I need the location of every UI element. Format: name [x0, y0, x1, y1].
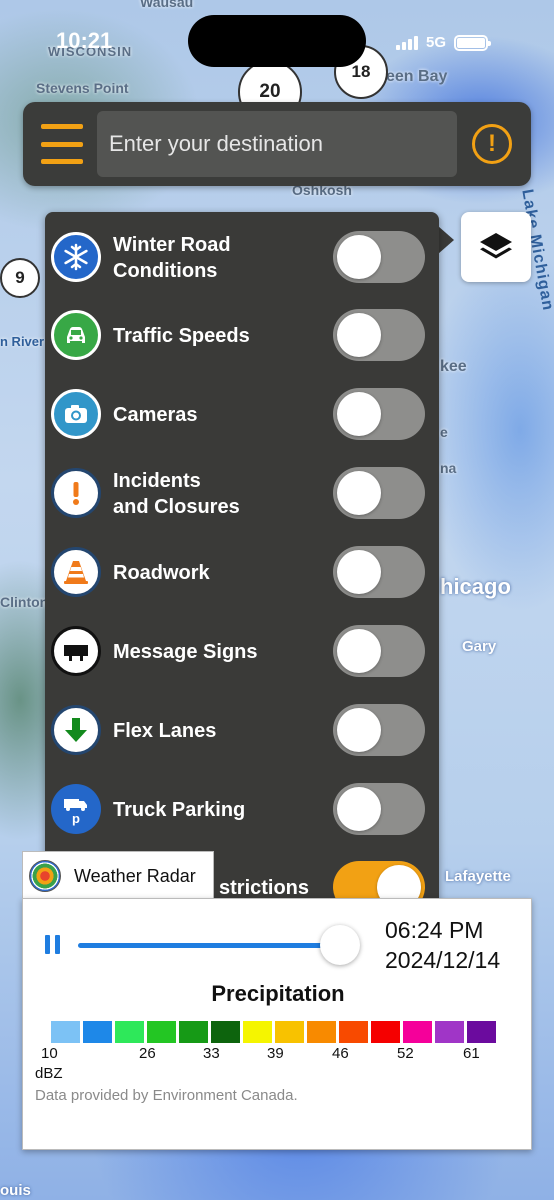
map-label-e: e: [440, 424, 448, 440]
route-9-badge[interactable]: 9: [0, 258, 40, 298]
status-time: 10:21: [56, 28, 113, 53]
down-arrow-icon: [51, 705, 101, 755]
cameras-toggle[interactable]: [333, 388, 425, 440]
layer-label: Winter Road Conditions: [113, 233, 231, 282]
winter-road-conditions-toggle[interactable]: [333, 231, 425, 283]
map-label-gary: Gary: [462, 638, 497, 655]
layer-label: Roadwork: [113, 561, 210, 584]
status-indicators: 5G: [396, 34, 492, 51]
layer-row-winter-road-conditions[interactable]: Winter Road Conditions: [45, 218, 439, 297]
message-sign-icon: [51, 626, 101, 676]
weather-radar-tab[interactable]: Weather Radar: [22, 851, 214, 899]
traffic-cone-icon: [51, 547, 101, 597]
map-label-stevens-point: Stevens Point: [36, 80, 129, 96]
scale-swatch-3: [147, 1021, 176, 1043]
traffic-speeds-toggle[interactable]: [333, 309, 425, 361]
layer-row-flex-lanes[interactable]: Flex Lanes: [45, 691, 439, 770]
menu-icon[interactable]: [41, 124, 83, 164]
incidents-and-closures-toggle[interactable]: [333, 467, 425, 519]
layer-row-cameras[interactable]: Cameras: [45, 375, 439, 454]
top-search-bar: !: [23, 102, 531, 186]
snowflake-icon: [51, 232, 101, 282]
layer-row-message-signs[interactable]: Message Signs: [45, 612, 439, 691]
scale-label-39: 39: [267, 1045, 284, 1062]
scale-swatch-0: [51, 1021, 80, 1043]
layer-label: Traffic Speeds: [113, 324, 250, 347]
battery-icon: [454, 34, 492, 51]
layer-label: Message Signs: [113, 640, 258, 663]
scale-label-61: 61: [463, 1045, 480, 1062]
alert-icon[interactable]: !: [472, 124, 512, 164]
scale-swatch-4: [179, 1021, 208, 1043]
layer-label: Cameras: [113, 403, 198, 426]
network-label: 5G: [426, 34, 447, 51]
scale-label-33: 33: [203, 1045, 220, 1062]
radar-timeline-track[interactable]: [78, 943, 354, 948]
radar-date: 2024/12/14: [385, 947, 501, 973]
radar-timeline-knob[interactable]: [320, 925, 361, 965]
scale-unit: dBZ: [35, 1065, 63, 1082]
map-label-louis: ouis: [0, 1182, 31, 1199]
layer-row-truck-parking[interactable]: p Truck Parking: [45, 770, 439, 849]
scale-swatch-7: [275, 1021, 304, 1043]
exclamation-icon: [51, 468, 101, 518]
scale-swatch-6: [243, 1021, 272, 1043]
destination-search-input[interactable]: [97, 111, 457, 177]
map-label-lafayette: Lafayette: [445, 868, 511, 885]
pause-icon[interactable]: [45, 935, 65, 955]
layer-row-incidents-and-closures[interactable]: Incidents and Closures: [45, 454, 439, 533]
map-label-na: na: [440, 460, 457, 476]
map-label-green-bay: een Bay: [386, 68, 448, 85]
message-signs-toggle[interactable]: [333, 625, 425, 677]
data-credit: Data provided by Environment Canada.: [35, 1087, 298, 1104]
precipitation-title: Precipitation: [211, 981, 345, 1006]
layer-label: Incidents and Closures: [113, 469, 240, 518]
map-label-kee: kee: [440, 358, 467, 375]
weather-radar-tab-label: Weather Radar: [74, 866, 196, 886]
map-label-clinton: Clinton: [0, 594, 49, 610]
precipitation-color-scale: [51, 1021, 496, 1043]
scale-label-46: 46: [332, 1045, 349, 1062]
scale-swatch-1: [83, 1021, 112, 1043]
car-icon: [51, 310, 101, 360]
layer-label: Truck Parking: [113, 798, 246, 821]
scale-swatch-10: [371, 1021, 400, 1043]
panel-pointer: [438, 226, 454, 254]
scale-label-10: 10: [41, 1045, 58, 1062]
dynamic-island: [188, 15, 366, 67]
map-label-river: n River: [0, 334, 45, 349]
camera-icon: [51, 389, 101, 439]
scale-swatch-13: [467, 1021, 496, 1043]
radar-timestamp: 06:24 PM 2024/12/14: [385, 915, 500, 975]
radar-time: 06:24 PM: [385, 917, 484, 943]
layer-label: Flex Lanes: [113, 719, 217, 742]
weather-radar-panel: 06:24 PM 2024/12/14 Precipitation 10 26 …: [22, 898, 532, 1150]
layers-icon: [480, 233, 512, 259]
truck-parking-toggle[interactable]: [333, 783, 425, 835]
scale-swatch-8: [307, 1021, 336, 1043]
flex-lanes-toggle[interactable]: [333, 704, 425, 756]
scale-swatch-11: [403, 1021, 432, 1043]
map-label-wausau: Wausau: [140, 0, 194, 10]
svg-text:p: p: [72, 811, 80, 826]
scale-swatch-2: [115, 1021, 144, 1043]
scale-swatch-9: [339, 1021, 368, 1043]
truck-parking-icon: p: [51, 784, 101, 834]
scale-swatch-5: [211, 1021, 240, 1043]
scale-label-52: 52: [397, 1045, 414, 1062]
layer-row-roadwork[interactable]: Roadwork: [45, 533, 439, 612]
scale-swatch-12: [435, 1021, 464, 1043]
layer-row-traffic-speeds[interactable]: Traffic Speeds: [45, 296, 439, 375]
weather-radar-logo-icon: [29, 860, 61, 892]
layers-button[interactable]: [461, 212, 531, 282]
roadwork-toggle[interactable]: [333, 546, 425, 598]
layers-panel: Winter Road Conditions Traffic Speeds Ca…: [45, 212, 439, 912]
map-label-chicago: hicago: [440, 574, 511, 599]
scale-label-26: 26: [139, 1045, 156, 1062]
signal-icon: [396, 35, 418, 50]
